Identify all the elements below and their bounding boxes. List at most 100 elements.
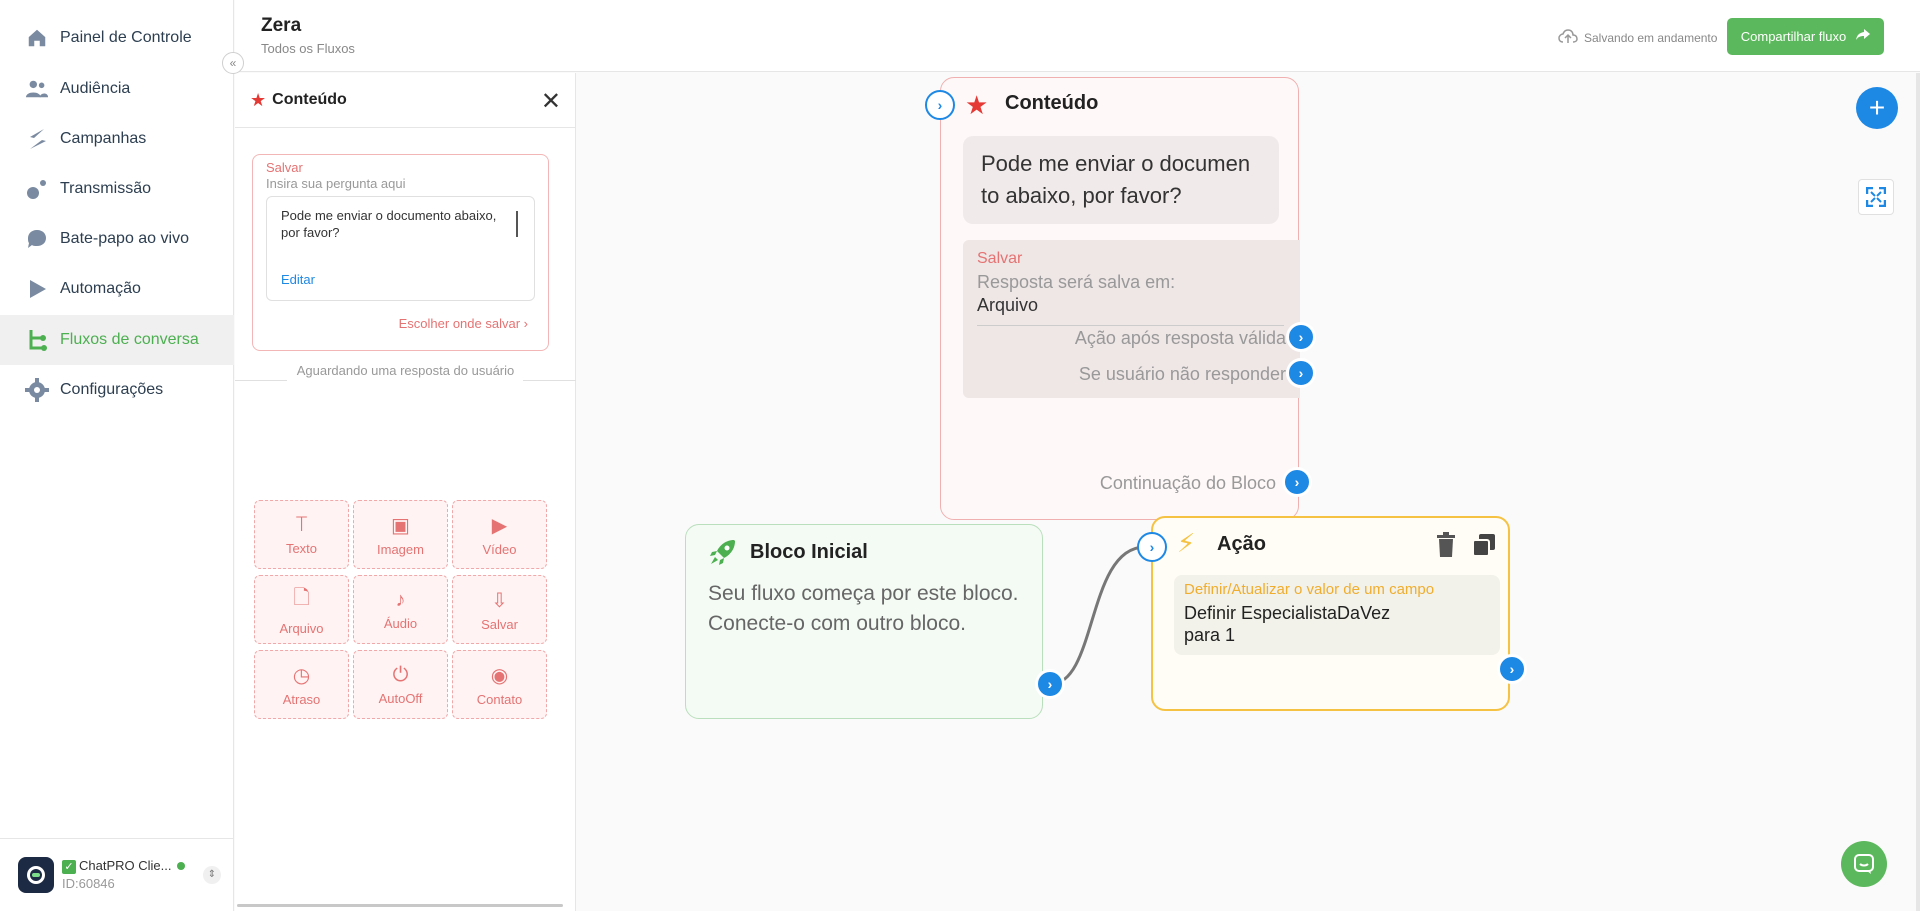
sidebar-item-label: Bate-papo ao vivo (60, 230, 189, 247)
tile-audio[interactable]: ♪ Áudio (353, 575, 448, 644)
power-icon: ⏻ (392, 663, 409, 686)
sidebar-item-label: Audiência (60, 80, 131, 97)
node-title: Conteúdo (1005, 92, 1099, 114)
tile-autooff[interactable]: ⏻ AutoOff (353, 650, 448, 719)
sidebar-nav: Painel de Controle Audiência Campanhas T… (0, 0, 234, 911)
account-id: ID:60846 (62, 876, 115, 891)
continuation-label: Continuação do Bloco (1099, 473, 1276, 493)
sidebar-item-label: Painel de Controle (60, 29, 192, 46)
node-text: Seu fluxo começa por este bloco. Conecte… (708, 582, 1019, 635)
no-response-label: Se usuário não responder (1078, 364, 1286, 384)
edit-link[interactable]: Editar (281, 272, 315, 287)
sidebar-item-label: Fluxos de conversa (60, 331, 199, 348)
sidebar-item-label: Campanhas (60, 130, 147, 147)
video-icon: ▶ (491, 514, 508, 537)
node-message: Pode me enviar o documen to abaixo, por … (963, 136, 1279, 224)
expand-icon (1866, 187, 1886, 207)
support-chat-button[interactable] (1841, 841, 1887, 887)
sidebar-item-dashboard[interactable]: Painel de Controle (0, 13, 234, 63)
rocket-icon (708, 537, 738, 574)
tile-save[interactable]: ⇩ Salvar (452, 575, 547, 644)
share-flow-button[interactable]: Compartilhar fluxo (1727, 18, 1884, 55)
image-icon: ▣ (391, 514, 410, 537)
trash-icon[interactable] (1436, 532, 1456, 558)
save-status-text: Salvando em andamento (1584, 30, 1718, 45)
online-status-icon (177, 862, 186, 870)
sidebar-item-label: Configurações (60, 381, 164, 398)
flow-canvas[interactable]: ★ Conteúdo Pode me enviar o documen to a… (577, 73, 1920, 911)
tile-image[interactable]: ▣ Imagem (353, 500, 448, 569)
sidebar-item-campaigns[interactable]: Campanhas (0, 114, 234, 164)
divider (977, 325, 1284, 326)
waiting-status: Aguardando uma resposta do usuário (296, 363, 515, 378)
action-detail: Definir/Atualizar o valor de um campo De… (1174, 575, 1500, 655)
no-response-port[interactable]: › (1286, 358, 1316, 388)
question-placeholder: Insira sua pergunta aqui (266, 176, 406, 191)
add-block-button[interactable]: + (1856, 87, 1898, 129)
sidebar-item-settings[interactable]: Configurações (0, 365, 234, 415)
users-icon (24, 76, 50, 102)
sidebar-item-audience[interactable]: Audiência (0, 64, 234, 114)
message-text: Pode me enviar o documento abaixo, por f… (281, 208, 497, 240)
start-node[interactable]: Bloco Inicial Seu fluxo começa por este … (685, 524, 1043, 719)
share-flow-label: Compartilhar fluxo (1740, 29, 1847, 44)
action-node[interactable]: ⚡ Ação Definir/Atualizar o valor de um c… (1151, 516, 1510, 711)
save-value: Arquivo (977, 295, 1039, 315)
avatar (18, 857, 54, 893)
tile-text[interactable]: ⟙ Texto (254, 500, 349, 569)
breadcrumb[interactable]: Todos os Fluxos (261, 41, 355, 56)
action-text: Definir EspecialistaDaVez para 1 (1184, 603, 1391, 645)
sidebar-item-flows[interactable]: Fluxos de conversa (0, 315, 234, 365)
star-icon: ★ (965, 90, 989, 120)
textarea-scrollbar[interactable] (516, 211, 518, 237)
panel-title: Conteúdo (272, 91, 347, 108)
content-node[interactable]: ★ Conteúdo Pode me enviar o documen to a… (940, 77, 1300, 520)
divider (523, 380, 576, 381)
check-icon: ✓ (62, 860, 76, 874)
sidebar-item-broadcast[interactable]: Transmissão (0, 164, 234, 214)
message-textarea[interactable]: Pode me enviar o documento abaixo, por f… (266, 196, 535, 301)
save-subtitle: Resposta será salva em: (977, 272, 1176, 292)
sidebar-item-automation[interactable]: Automação (0, 264, 234, 314)
gear-icon (24, 377, 50, 403)
audio-icon: ♪ (395, 588, 406, 611)
canvas-scrollbar[interactable] (1916, 73, 1920, 911)
content-input-port[interactable]: › (925, 90, 955, 120)
continuation-port[interactable]: › (1282, 467, 1312, 497)
node-save-section: Salvar Resposta será salva em: Arquivo A… (963, 240, 1300, 398)
divider (235, 380, 287, 381)
download-icon: ⇩ (491, 589, 508, 612)
close-icon[interactable]: ✕ (541, 87, 561, 116)
save-status: Salvando em andamento (1558, 28, 1717, 47)
tile-video[interactable]: ▶ Vídeo (452, 500, 547, 569)
copy-icon[interactable] (1471, 532, 1497, 558)
panel-scrollbar[interactable] (237, 904, 563, 907)
action-input-port[interactable]: › (1137, 532, 1167, 562)
fit-view-button[interactable] (1858, 179, 1894, 215)
contact-icon: ◉ (490, 664, 509, 687)
file-icon: 🗋 (293, 587, 310, 609)
top-header: Zera Todos os Fluxos Salvando em andamen… (235, 0, 1920, 72)
tile-contact[interactable]: ◉ Contato (452, 650, 547, 719)
save-question-card: Salvar Insira sua pergunta aqui Pode me … (252, 154, 549, 351)
share-arrow-icon (1856, 29, 1871, 44)
panel-header: ★ Conteúdo (235, 73, 575, 128)
chat-bubble-icon (24, 226, 50, 252)
start-output-port[interactable]: › (1035, 669, 1065, 699)
page-title: Zera (261, 15, 302, 36)
save-title: Salvar (977, 250, 1023, 267)
choose-save-link[interactable]: Escolher onde salvar › (399, 316, 528, 331)
campaign-icon (24, 126, 50, 152)
tile-file[interactable]: 🗋 Arquivo (254, 575, 349, 644)
account-name: ChatPRO Clie... (79, 858, 172, 873)
clock-icon: ◷ (292, 664, 311, 687)
action-output-port[interactable]: › (1497, 654, 1527, 684)
sidebar-item-livechat[interactable]: Bate-papo ao vivo (0, 214, 234, 264)
chevron-updown-icon[interactable]: ⇕ (203, 866, 221, 884)
account-switcher[interactable]: ✓ ChatPRO Clie... ID:60846 ⇕ (0, 838, 234, 911)
collapse-sidebar-button[interactable]: « (222, 52, 244, 74)
tile-delay[interactable]: ◷ Atraso (254, 650, 349, 719)
cloud-upload-icon (1558, 28, 1578, 47)
valid-response-port[interactable]: › (1286, 322, 1316, 352)
text-icon: ⟙ (295, 513, 308, 536)
